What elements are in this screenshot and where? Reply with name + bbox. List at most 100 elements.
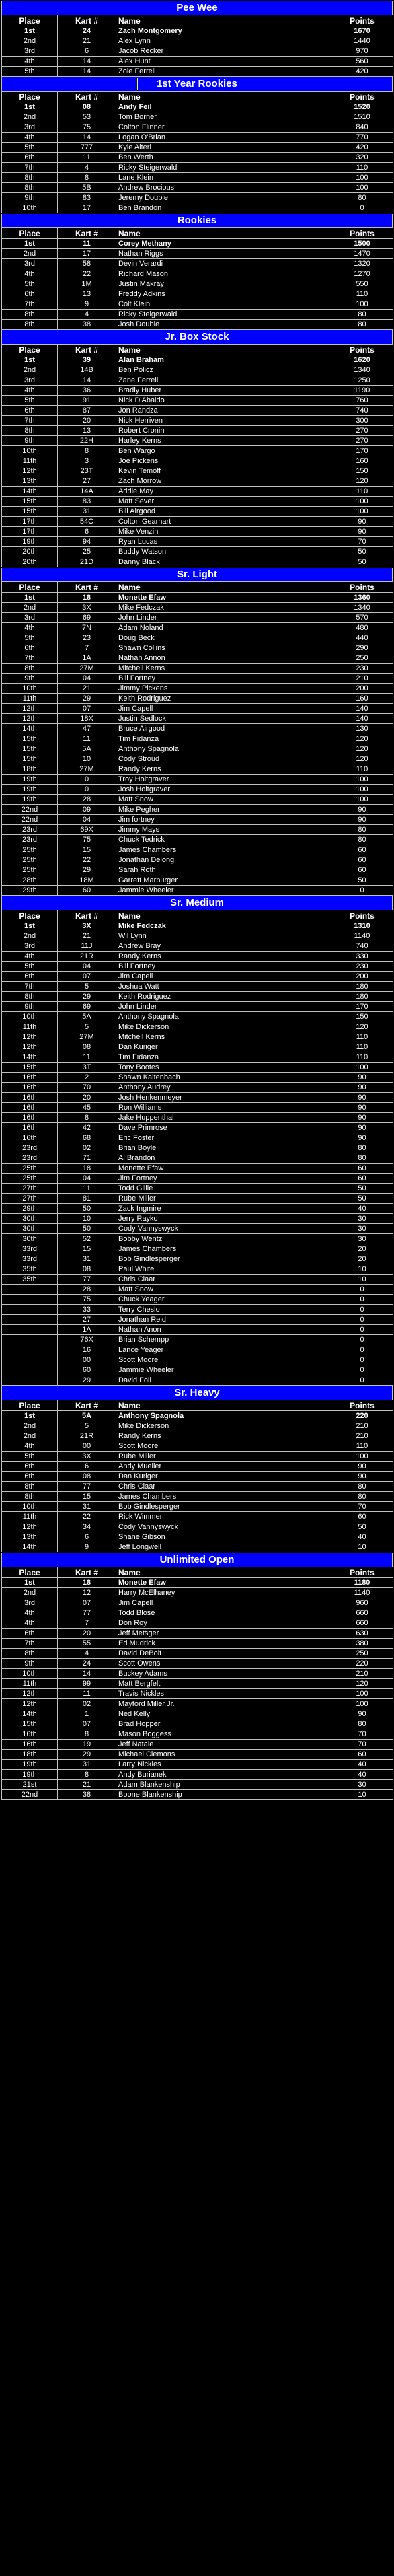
cell-place: 16th bbox=[1, 1092, 58, 1103]
cell-kart-number: 27M bbox=[57, 663, 116, 674]
cell-kart-number: 21R bbox=[57, 951, 116, 962]
column-header-name: Name bbox=[116, 91, 331, 102]
cell-driver-name: Brian Boyle bbox=[116, 1143, 331, 1153]
cell-kart-number: 04 bbox=[57, 814, 116, 825]
table-row: 10th 17 Ben Brandon 0 bbox=[1, 203, 393, 213]
table-row: 5th 777 Kyle Alteri 420 bbox=[1, 142, 393, 153]
cell-driver-name: Zach Montgomery bbox=[116, 26, 331, 36]
cell-place: 15th bbox=[1, 744, 58, 754]
cell-place: 17th bbox=[1, 516, 58, 527]
cell-driver-name: Mike Pegher bbox=[116, 804, 331, 815]
cell-place: 10th bbox=[1, 683, 58, 694]
cell-driver-name: Troy Holtgraver bbox=[116, 774, 331, 785]
column-header-place: Place bbox=[1, 91, 58, 102]
cell-kart-number: 69 bbox=[57, 612, 116, 623]
cell-kart-number: 3X bbox=[57, 602, 116, 613]
cell-kart-number: 33 bbox=[57, 1304, 116, 1315]
cell-driver-name: Ryan Lucas bbox=[116, 536, 331, 547]
cell-place: 7th bbox=[1, 1638, 58, 1649]
cell-points: 0 bbox=[331, 1324, 393, 1335]
table-row: 9th 24 Scott Owens 220 bbox=[1, 1658, 393, 1669]
cell-points: 60 bbox=[331, 1163, 393, 1174]
cell-place: 16th bbox=[1, 1739, 58, 1750]
cell-kart-number: 31 bbox=[57, 1759, 116, 1770]
cell-place: 28th bbox=[1, 875, 58, 886]
cell-driver-name: Josh Double bbox=[116, 319, 331, 330]
cell-driver-name: Jim Fortney bbox=[116, 1173, 331, 1184]
cell-kart-number: 08 bbox=[57, 102, 116, 112]
cell-points: 110 bbox=[331, 1441, 393, 1452]
cell-points: 170 bbox=[331, 1001, 393, 1012]
cell-kart-number: 14 bbox=[57, 1668, 116, 1679]
table-row: 28 Matt Snow 0 bbox=[1, 1284, 393, 1295]
cell-kart-number: 7 bbox=[57, 643, 116, 653]
cell-kart-number: 58 bbox=[57, 258, 116, 269]
cell-place: 12th bbox=[1, 466, 58, 476]
cell-place: 8th bbox=[1, 425, 58, 436]
cell-kart-number: 29 bbox=[57, 1749, 116, 1760]
cell-points: 210 bbox=[331, 1431, 393, 1441]
cell-points: 30 bbox=[331, 1223, 393, 1234]
cell-points: 110 bbox=[331, 1052, 393, 1063]
cell-kart-number: 04 bbox=[57, 961, 116, 972]
cell-points: 120 bbox=[331, 1678, 393, 1689]
cell-place: 1st bbox=[1, 1410, 58, 1421]
column-header-kart: Kart # bbox=[57, 227, 116, 239]
table-row: 16 Lance Yeager 0 bbox=[1, 1345, 393, 1355]
cell-kart-number: 08 bbox=[57, 1471, 116, 1482]
cell-driver-name: Wil Lynn bbox=[116, 931, 331, 941]
cell-kart-number: 81 bbox=[57, 1193, 116, 1204]
cell-kart-number: 11J bbox=[57, 941, 116, 952]
table-row: 2nd 17 Nathan Riggs 1470 bbox=[1, 248, 393, 259]
cell-kart-number: 23T bbox=[57, 466, 116, 476]
cell-driver-name: Mike Fedczak bbox=[116, 921, 331, 931]
cell-kart-number: 11 bbox=[57, 734, 116, 744]
cell-driver-name: Alan Braham bbox=[116, 355, 331, 365]
cell-driver-name: Ben Werth bbox=[116, 152, 331, 163]
cell-place bbox=[1, 1304, 58, 1315]
cell-driver-name: Mitchell Kerns bbox=[116, 1032, 331, 1042]
cell-driver-name: Shawn Kaltenbach bbox=[116, 1072, 331, 1083]
cell-points: 160 bbox=[331, 456, 393, 466]
cell-place bbox=[1, 1284, 58, 1295]
cell-driver-name: John Linder bbox=[116, 612, 331, 623]
cell-points: 100 bbox=[331, 506, 393, 517]
cell-driver-name: Bill Fortney bbox=[116, 961, 331, 972]
table-row: 76X Brian Schempp 0 bbox=[1, 1334, 393, 1345]
cell-kart-number: 21D bbox=[57, 557, 116, 567]
division-section: Unlimited Open Place Kart # Name Points 1st 18… bbox=[1, 1553, 393, 1801]
cell-driver-name: Jeff Metsger bbox=[116, 1628, 331, 1639]
cell-kart-number: 76X bbox=[57, 1334, 116, 1345]
table-row: 4th 21R Randy Kerns 330 bbox=[1, 951, 393, 962]
table-row: 22nd 04 Jim fortney 90 bbox=[1, 814, 393, 825]
cell-place: 19th bbox=[1, 1759, 58, 1770]
cell-place: 10th bbox=[1, 203, 58, 213]
cell-place: 8th bbox=[1, 663, 58, 674]
cell-kart-number: 45 bbox=[57, 1102, 116, 1113]
cell-driver-name: Mike Fedczak bbox=[116, 602, 331, 613]
table-row: 4th 00 Scott Moore 110 bbox=[1, 1441, 393, 1452]
cell-points: 50 bbox=[331, 875, 393, 886]
cell-driver-name: Anthony Spagnola bbox=[116, 744, 331, 754]
points-standings-page: Pee Wee Place Kart # Name Points 1st 24 Zach Mo… bbox=[0, 0, 394, 1801]
cell-place: 13th bbox=[1, 1532, 58, 1542]
cell-place: 4th bbox=[1, 132, 58, 143]
cell-place bbox=[1, 1345, 58, 1355]
table-row: 7th 4 Ricky Steigerwald 110 bbox=[1, 162, 393, 173]
cell-points: 70 bbox=[331, 1729, 393, 1740]
cell-place: 7th bbox=[1, 299, 58, 310]
cell-place: 5th bbox=[1, 633, 58, 643]
cell-driver-name: Mike Dickerson bbox=[116, 1022, 331, 1032]
cell-kart-number: 02 bbox=[57, 1698, 116, 1709]
cell-points: 330 bbox=[331, 951, 393, 962]
cell-points: 90 bbox=[331, 1082, 393, 1093]
division-title: Sr. Heavy bbox=[1, 1386, 393, 1400]
cell-points: 0 bbox=[331, 1284, 393, 1295]
cell-driver-name: James Chambers bbox=[116, 1491, 331, 1502]
cell-kart-number: 75 bbox=[57, 834, 116, 845]
table-row: 9th 69 John Linder 170 bbox=[1, 1001, 393, 1012]
table-row: 5th 23 Doug Beck 440 bbox=[1, 633, 393, 643]
cell-place: 9th bbox=[1, 192, 58, 203]
cell-driver-name: Jim Capell bbox=[116, 703, 331, 714]
cell-points: 420 bbox=[331, 66, 393, 77]
